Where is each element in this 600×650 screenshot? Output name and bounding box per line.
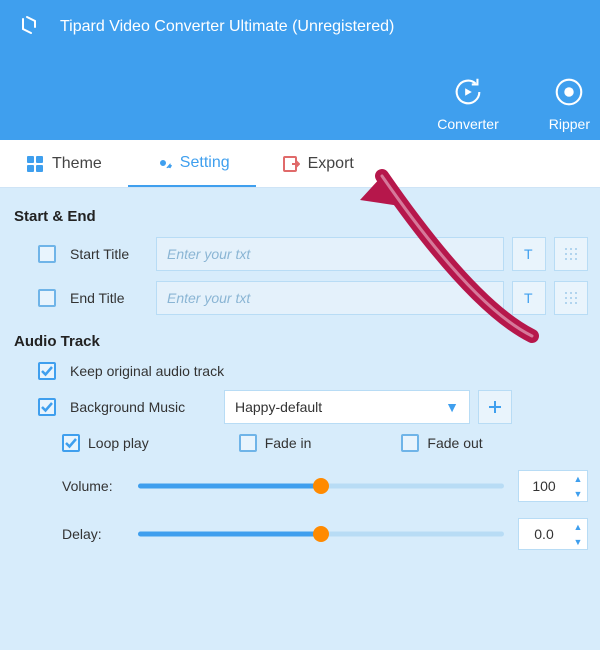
volume-up-button[interactable]: ▲ (569, 471, 587, 486)
start-title-label: Start Title (70, 246, 138, 262)
title-row: Tipard Video Converter Ultimate (Unregis… (0, 0, 600, 40)
tab-setting[interactable]: Setting (128, 140, 256, 187)
svg-text:T: T (524, 246, 533, 262)
end-title-row: End Title T (38, 281, 588, 315)
start-title-checkbox[interactable] (38, 245, 56, 263)
gear-icon (154, 154, 172, 172)
fade-out-checkbox[interactable] (401, 434, 419, 452)
bgm-suboptions: Loop play Fade in Fade out (62, 434, 588, 452)
loop-play-option: Loop play (62, 434, 149, 452)
settings-panel: Start & End Start Title T End Title T Au… (0, 188, 600, 586)
bgm-dropdown[interactable]: Happy-default ▼ (224, 390, 470, 424)
delay-row: Delay: 0.0 ▲ ▼ (62, 518, 588, 550)
app-title: Tipard Video Converter Ultimate (Unregis… (60, 18, 394, 36)
tabs-bar: Theme Setting Export (0, 140, 600, 188)
end-title-grid-button[interactable] (554, 281, 588, 315)
delay-up-button[interactable]: ▲ (569, 519, 587, 534)
app-logo-icon (16, 14, 42, 40)
tab-setting-label: Setting (180, 154, 230, 172)
bgm-dropdown-value: Happy-default (235, 399, 322, 415)
svg-text:T: T (524, 290, 533, 306)
section-audio-title: Audio Track (14, 333, 588, 350)
section-start-end-title: Start & End (14, 208, 588, 225)
delay-spinner[interactable]: 0.0 ▲ ▼ (518, 518, 588, 550)
app-header: Tipard Video Converter Ultimate (Unregis… (0, 0, 600, 140)
delay-down-button[interactable]: ▼ (569, 534, 587, 549)
bgm-checkbox[interactable] (38, 398, 56, 416)
volume-value: 100 (519, 478, 569, 494)
start-title-font-button[interactable]: T (512, 237, 546, 271)
keep-audio-row: Keep original audio track (38, 362, 588, 380)
export-icon (282, 155, 300, 173)
volume-spinner[interactable]: 100 ▲ ▼ (518, 470, 588, 502)
end-title-input[interactable] (156, 281, 504, 315)
fade-in-label: Fade in (265, 435, 312, 451)
end-title-font-button[interactable]: T (512, 281, 546, 315)
start-title-row: Start Title T (38, 237, 588, 271)
header-nav: Converter Ripper (437, 74, 590, 132)
volume-slider[interactable] (138, 476, 504, 496)
tab-theme[interactable]: Theme (0, 140, 128, 187)
fade-out-option: Fade out (401, 434, 482, 452)
loop-play-label: Loop play (88, 435, 149, 451)
ripper-icon (551, 74, 587, 110)
keep-audio-checkbox[interactable] (38, 362, 56, 380)
nav-ripper[interactable]: Ripper (549, 74, 590, 132)
delay-slider[interactable] (138, 524, 504, 544)
nav-converter[interactable]: Converter (437, 74, 498, 132)
end-title-label: End Title (70, 290, 138, 306)
volume-down-button[interactable]: ▼ (569, 486, 587, 501)
tab-export[interactable]: Export (256, 140, 380, 187)
theme-icon (26, 155, 44, 173)
end-title-checkbox[interactable] (38, 289, 56, 307)
fade-in-checkbox[interactable] (239, 434, 257, 452)
bgm-add-button[interactable] (478, 390, 512, 424)
bgm-label: Background Music (70, 399, 206, 415)
tab-theme-label: Theme (52, 155, 102, 173)
nav-converter-label: Converter (437, 116, 498, 132)
volume-label: Volume: (62, 478, 124, 494)
volume-row: Volume: 100 ▲ ▼ (62, 470, 588, 502)
fade-out-label: Fade out (427, 435, 482, 451)
tab-export-label: Export (308, 155, 354, 173)
keep-audio-label: Keep original audio track (70, 363, 224, 379)
converter-icon (450, 74, 486, 110)
delay-label: Delay: (62, 526, 124, 542)
bgm-row: Background Music Happy-default ▼ (38, 390, 588, 424)
start-title-grid-button[interactable] (554, 237, 588, 271)
nav-ripper-label: Ripper (549, 116, 590, 132)
chevron-down-icon: ▼ (445, 399, 459, 415)
fade-in-option: Fade in (239, 434, 312, 452)
loop-play-checkbox[interactable] (62, 434, 80, 452)
delay-value: 0.0 (519, 526, 569, 542)
start-title-input[interactable] (156, 237, 504, 271)
